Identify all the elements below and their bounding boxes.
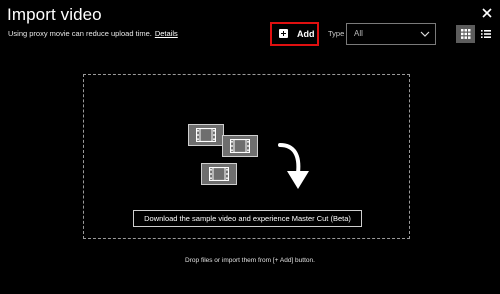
dialog-subtitle: Using proxy movie can reduce upload time… [8, 29, 178, 39]
plus-square-icon [279, 29, 288, 38]
close-icon [482, 8, 492, 18]
film-icon [188, 124, 224, 146]
list-view-button[interactable] [477, 25, 495, 43]
type-filter-select[interactable]: All [346, 23, 436, 45]
drop-hint-text: Drop files or import them from [+ Add] b… [185, 257, 315, 264]
dialog-title: Import video [7, 5, 102, 24]
curved-arrow-down-icon [278, 143, 309, 189]
add-button-label: Add [297, 29, 315, 39]
list-view-icon [481, 30, 491, 38]
download-sample-button[interactable]: Download the sample video and experience… [133, 210, 362, 227]
film-icon [222, 135, 258, 157]
type-filter-value: All [354, 29, 363, 38]
close-button[interactable] [480, 6, 494, 20]
chevron-down-icon [420, 31, 430, 37]
type-filter-label: Type [328, 29, 345, 38]
add-button[interactable]: Add [270, 22, 319, 46]
grid-view-button[interactable] [456, 25, 475, 43]
film-icon [201, 163, 237, 185]
subtitle-text: Using proxy movie can reduce upload time… [8, 29, 152, 38]
file-drop-zone[interactable]: Download the sample video and experience… [83, 74, 410, 239]
details-link[interactable]: Details [155, 29, 178, 38]
grid-view-icon [461, 29, 471, 39]
